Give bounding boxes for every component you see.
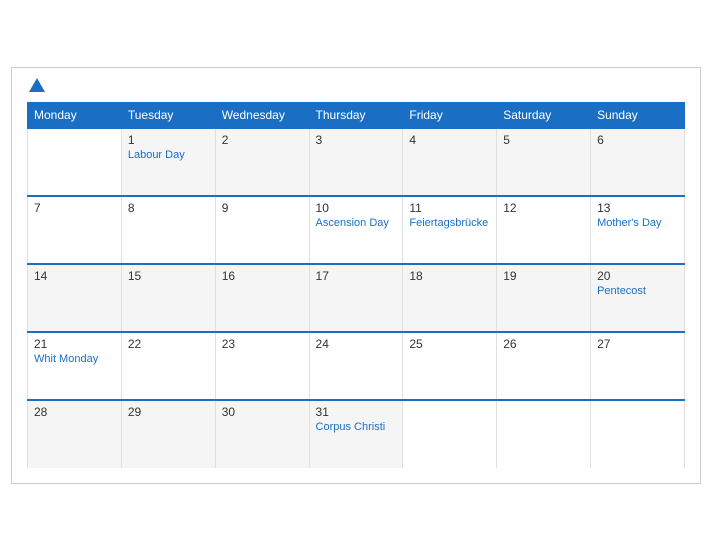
- calendar-week-row: 1 Labour Day 23456: [28, 128, 685, 196]
- calendar-cell: 31 Corpus Christi: [309, 400, 403, 468]
- calendar-cell: 8: [121, 196, 215, 264]
- weekday-header-saturday: Saturday: [497, 102, 591, 128]
- day-number: 25: [409, 337, 490, 351]
- holiday-label: Pentecost: [597, 285, 678, 297]
- day-number: 1: [128, 133, 209, 147]
- calendar-cell: [28, 128, 122, 196]
- day-number: 19: [503, 269, 584, 283]
- day-number: 27: [597, 337, 678, 351]
- day-number: 13: [597, 201, 678, 215]
- weekday-header-wednesday: Wednesday: [215, 102, 309, 128]
- holiday-label: Ascension Day: [316, 217, 397, 229]
- calendar-body: 1Labour Day2345678910Ascension Day11Feie…: [28, 128, 685, 468]
- calendar-cell: 30: [215, 400, 309, 468]
- calendar-table: MondayTuesdayWednesdayThursdayFridaySatu…: [27, 102, 685, 468]
- day-number: 21: [34, 337, 115, 351]
- day-number: 31: [316, 405, 397, 419]
- weekday-header-sunday: Sunday: [591, 102, 685, 128]
- day-number: 17: [316, 269, 397, 283]
- day-number: 18: [409, 269, 490, 283]
- calendar-header: [27, 78, 685, 92]
- day-number: 23: [222, 337, 303, 351]
- calendar-week-row: 14 15 16 17 18 19 20 Pentecost: [28, 264, 685, 332]
- day-number: 28: [34, 405, 115, 419]
- day-number: 30: [222, 405, 303, 419]
- holiday-label: Whit Monday: [34, 353, 115, 365]
- day-number: 6: [597, 133, 678, 147]
- day-number: 2: [222, 133, 303, 147]
- calendar-cell: 24: [309, 332, 403, 400]
- calendar-cell: 20 Pentecost: [591, 264, 685, 332]
- calendar-cell: 4: [403, 128, 497, 196]
- day-number: 9: [222, 201, 303, 215]
- weekday-header-row: MondayTuesdayWednesdayThursdayFridaySatu…: [28, 102, 685, 128]
- day-number: 8: [128, 201, 209, 215]
- day-number: 14: [34, 269, 115, 283]
- calendar-cell: 19: [497, 264, 591, 332]
- day-number: 29: [128, 405, 209, 419]
- calendar-cell: 23: [215, 332, 309, 400]
- calendar-cell: 5: [497, 128, 591, 196]
- calendar-cell: 6: [591, 128, 685, 196]
- weekday-header-thursday: Thursday: [309, 102, 403, 128]
- calendar-cell: 17: [309, 264, 403, 332]
- calendar-cell: 7: [28, 196, 122, 264]
- calendar-week-row: 21 Whit Monday 22 23 24 25 26 27: [28, 332, 685, 400]
- day-number: 3: [316, 133, 397, 147]
- calendar-cell: 25: [403, 332, 497, 400]
- calendar-cell: 28: [28, 400, 122, 468]
- calendar-cell: 9: [215, 196, 309, 264]
- weekday-header-monday: Monday: [28, 102, 122, 128]
- holiday-label: Labour Day: [128, 149, 209, 161]
- weekday-header-friday: Friday: [403, 102, 497, 128]
- day-number: 15: [128, 269, 209, 283]
- calendar-cell: [497, 400, 591, 468]
- calendar-week-row: 789 10 Ascension Day 11 Feiertagsbrücke 12 13 M…: [28, 196, 685, 264]
- day-number: 4: [409, 133, 490, 147]
- holiday-label: Feiertagsbrücke: [409, 217, 490, 229]
- day-number: 20: [597, 269, 678, 283]
- day-number: 16: [222, 269, 303, 283]
- calendar-cell: 3: [309, 128, 403, 196]
- holiday-label: Corpus Christi: [316, 421, 397, 433]
- calendar-cell: 27: [591, 332, 685, 400]
- calendar-cell: 12: [497, 196, 591, 264]
- calendar-cell: 26: [497, 332, 591, 400]
- day-number: 7: [34, 201, 115, 215]
- calendar-cell: 13 Mother's Day: [591, 196, 685, 264]
- calendar-cell: [591, 400, 685, 468]
- calendar-cell: 29: [121, 400, 215, 468]
- day-number: 11: [409, 201, 490, 215]
- calendar-thead: MondayTuesdayWednesdayThursdayFridaySatu…: [28, 102, 685, 128]
- day-number: 12: [503, 201, 584, 215]
- calendar-cell: 22: [121, 332, 215, 400]
- calendar-cell: 14: [28, 264, 122, 332]
- day-number: 24: [316, 337, 397, 351]
- calendar-cell: [403, 400, 497, 468]
- day-number: 26: [503, 337, 584, 351]
- calendar-cell: 15: [121, 264, 215, 332]
- calendar-cell: 11 Feiertagsbrücke: [403, 196, 497, 264]
- calendar-week-row: 28 29 30 31 Corpus Christi: [28, 400, 685, 468]
- calendar-cell: 16: [215, 264, 309, 332]
- calendar-cell: 10 Ascension Day: [309, 196, 403, 264]
- calendar-cell: 21 Whit Monday: [28, 332, 122, 400]
- holiday-label: Mother's Day: [597, 217, 678, 229]
- day-number: 22: [128, 337, 209, 351]
- calendar-cell: 1 Labour Day: [121, 128, 215, 196]
- calendar-container: MondayTuesdayWednesdayThursdayFridaySatu…: [11, 67, 701, 484]
- calendar-cell: 2: [215, 128, 309, 196]
- weekday-header-tuesday: Tuesday: [121, 102, 215, 128]
- calendar-cell: 18: [403, 264, 497, 332]
- day-number: 5: [503, 133, 584, 147]
- day-number: 10: [316, 201, 397, 215]
- logo-triangle-icon: [29, 78, 45, 92]
- logo: [27, 78, 47, 92]
